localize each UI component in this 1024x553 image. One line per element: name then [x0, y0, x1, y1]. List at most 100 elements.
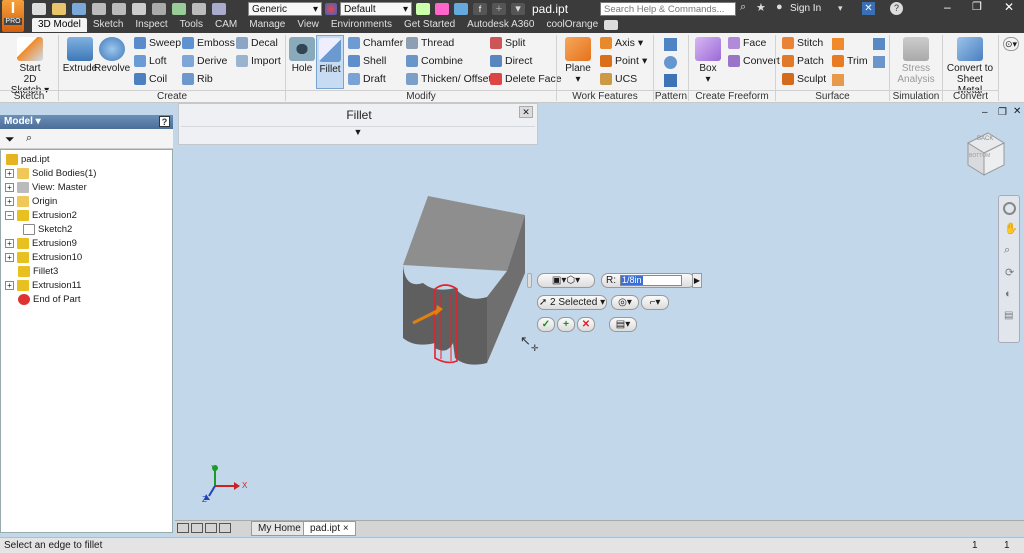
undo-icon[interactable] — [92, 3, 106, 15]
chamfer-button[interactable]: Chamfer — [348, 36, 403, 50]
start-2d-sketch-button[interactable]: Start 2D Sketch ▾ — [8, 35, 52, 96]
tab-inspect[interactable]: Inspect — [129, 18, 173, 32]
plus-icon[interactable]: + — [492, 3, 506, 15]
tab-pad-ipt[interactable]: pad.ipt × — [303, 521, 356, 536]
options-dropdown[interactable]: ▤▾ — [609, 317, 637, 332]
shell-button[interactable]: Shell — [348, 54, 386, 68]
selection-dropdown[interactable]: ➚ 2 Selected ▾ — [537, 295, 607, 310]
tree-item-solid-bodies[interactable]: + Solid Bodies(1) — [5, 167, 96, 180]
stress-analysis-button[interactable]: Stress Analysis — [895, 35, 937, 85]
combine-button[interactable]: Combine — [406, 54, 463, 68]
split-button[interactable]: Split — [490, 36, 525, 50]
rib-button[interactable]: Rib — [182, 72, 213, 86]
coil-button[interactable]: Coil — [134, 72, 167, 86]
cancel-button[interactable]: ✕ — [577, 317, 595, 332]
select-mode-dropdown[interactable]: ▣▾ ⬡▾ — [537, 273, 595, 288]
help-icon[interactable]: ? — [890, 2, 903, 15]
tab-options-icon[interactable] — [604, 20, 618, 30]
tree-item-extrusion2[interactable]: − Extrusion2 — [5, 209, 77, 222]
fillet-type-dropdown[interactable]: ◎▾ — [611, 295, 639, 310]
thicken-offset-button[interactable]: Thicken/ Offset — [406, 72, 491, 86]
revolve-button[interactable]: Revolve — [94, 35, 130, 74]
tab-manage[interactable]: Manage — [243, 18, 291, 32]
close-icon[interactable]: ✕ — [1004, 0, 1014, 14]
pan-icon[interactable]: ✋ — [1004, 222, 1018, 235]
tree-item-view[interactable]: + View: Master — [5, 181, 87, 194]
repair-icon[interactable] — [873, 38, 885, 50]
import-button[interactable]: Import — [236, 54, 281, 68]
replace-face-icon[interactable] — [832, 74, 844, 86]
extrude-button[interactable]: Extrude — [62, 35, 98, 74]
fillet-panel-close-icon[interactable]: ✕ — [519, 106, 533, 118]
zoom-icon[interactable]: ⌕ — [1004, 244, 1010, 257]
redo-icon[interactable] — [112, 3, 126, 15]
adjust-icon[interactable] — [416, 3, 430, 15]
collapse-icon[interactable]: − — [5, 211, 14, 220]
expand-icon[interactable]: + — [5, 183, 14, 192]
sketch-icon[interactable] — [192, 3, 206, 15]
patch-button[interactable]: Patch — [782, 54, 824, 68]
tab-autodesk-a360[interactable]: Autodesk A360 — [461, 18, 540, 32]
view-close-icon[interactable]: ✕ — [1013, 106, 1021, 117]
restore-icon[interactable]: ❐ — [972, 0, 982, 13]
axis-button[interactable]: Axis ▾ — [600, 36, 643, 50]
view-minimize-icon[interactable]: – — [982, 107, 988, 118]
thread-button[interactable]: Thread — [406, 36, 454, 50]
tab-coolorange[interactable]: coolOrange — [540, 18, 604, 32]
tab-cam[interactable]: CAM — [209, 18, 243, 32]
search-icon[interactable]: ⌕ — [740, 1, 746, 14]
tree-item-fillet3[interactable]: Fillet3 — [18, 265, 58, 278]
tab-tools[interactable]: Tools — [174, 18, 209, 32]
tab-sketch[interactable]: Sketch — [87, 18, 130, 32]
home-icon[interactable] — [132, 3, 146, 15]
exchange-icon[interactable]: ✕ — [862, 2, 875, 15]
appearance-dropdown[interactable]: Generic ▾ — [248, 2, 322, 16]
fillet-button[interactable]: Fillet — [316, 35, 344, 89]
draft-button[interactable]: Draft — [348, 72, 386, 86]
minimize-icon[interactable]: – — [944, 0, 951, 14]
open-icon[interactable] — [52, 3, 66, 15]
appearance-clear-icon[interactable] — [435, 3, 449, 15]
rectangular-pattern-icon[interactable] — [664, 38, 677, 51]
box-button[interactable]: Box ▾ — [690, 35, 726, 85]
fix-icon[interactable] — [873, 56, 885, 68]
convert-button[interactable]: Convert — [728, 54, 780, 68]
fillet-panel-expand[interactable]: ▼ — [181, 126, 535, 140]
emboss-button[interactable]: Emboss — [182, 36, 235, 50]
steering-wheel-icon[interactable] — [1003, 202, 1016, 215]
expand-icon[interactable]: + — [5, 253, 14, 262]
look-icon[interactable]: ◐ — [1005, 288, 1012, 300]
tree-item-extrusion11[interactable]: + Extrusion11 — [5, 279, 81, 292]
sign-in-chevron-icon[interactable]: ▾ — [838, 3, 843, 14]
user-icon[interactable]: ● — [776, 1, 783, 13]
point-button[interactable]: Point ▾ — [600, 54, 647, 68]
star-icon[interactable]: ★ — [756, 1, 766, 14]
delete-face-button[interactable]: Delete Face — [490, 72, 562, 86]
decal-button[interactable]: Decal — [236, 36, 278, 50]
mini-toolbar-grip[interactable] — [527, 273, 532, 288]
tile-horizontal-icon[interactable] — [177, 523, 189, 533]
plane-button[interactable]: Plane ▾ — [560, 35, 596, 85]
sculpt-button[interactable]: Sculpt — [782, 72, 826, 86]
color-fill-icon[interactable] — [454, 3, 468, 15]
orbit-icon[interactable]: ⟳ — [1005, 266, 1014, 279]
corner-dropdown[interactable]: ⌐▾ — [641, 295, 669, 310]
tree-item-root[interactable]: pad.ipt — [6, 153, 50, 166]
circular-pattern-icon[interactable] — [664, 56, 677, 69]
tab-close-icon[interactable]: × — [343, 523, 349, 534]
customize-icon[interactable]: ▾ — [511, 3, 525, 15]
select-icon[interactable] — [172, 3, 186, 15]
hole-button[interactable]: Hole — [287, 35, 317, 74]
tab-view[interactable]: View — [291, 18, 325, 32]
derive-button[interactable]: Derive — [182, 54, 227, 68]
graphics-window[interactable]: Fillet ✕ ▼ – ❐ ✕ BACK BOTTOM ✋ ⌕ ⟳ ◐ ▤ ▣… — [175, 103, 1024, 520]
ok-button[interactable]: ✓ — [537, 317, 555, 332]
nav-customize-icon[interactable]: ▤ — [1004, 310, 1013, 321]
update-icon[interactable] — [152, 3, 166, 15]
find-icon[interactable]: ⌕ — [26, 132, 32, 145]
browser-header[interactable]: Model ▾ ? — [0, 115, 173, 129]
tree-item-extrusion9[interactable]: + Extrusion9 — [5, 237, 77, 250]
trim-button[interactable]: Trim — [832, 54, 868, 68]
app-logo[interactable]: I PRO — [2, 0, 24, 32]
search-field[interactable]: Search Help & Commands... — [600, 2, 736, 16]
